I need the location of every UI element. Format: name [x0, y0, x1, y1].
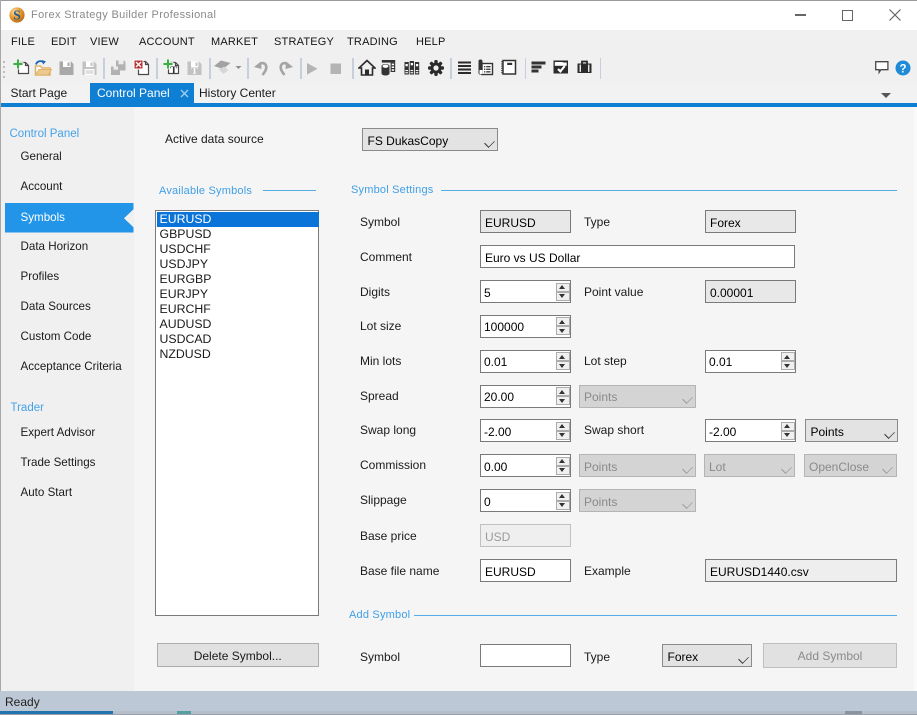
svg-text:?: ? — [899, 64, 906, 76]
svg-text:T: T — [170, 66, 177, 77]
svg-text:S: S — [13, 8, 21, 23]
svg-text:T: T — [191, 67, 198, 77]
